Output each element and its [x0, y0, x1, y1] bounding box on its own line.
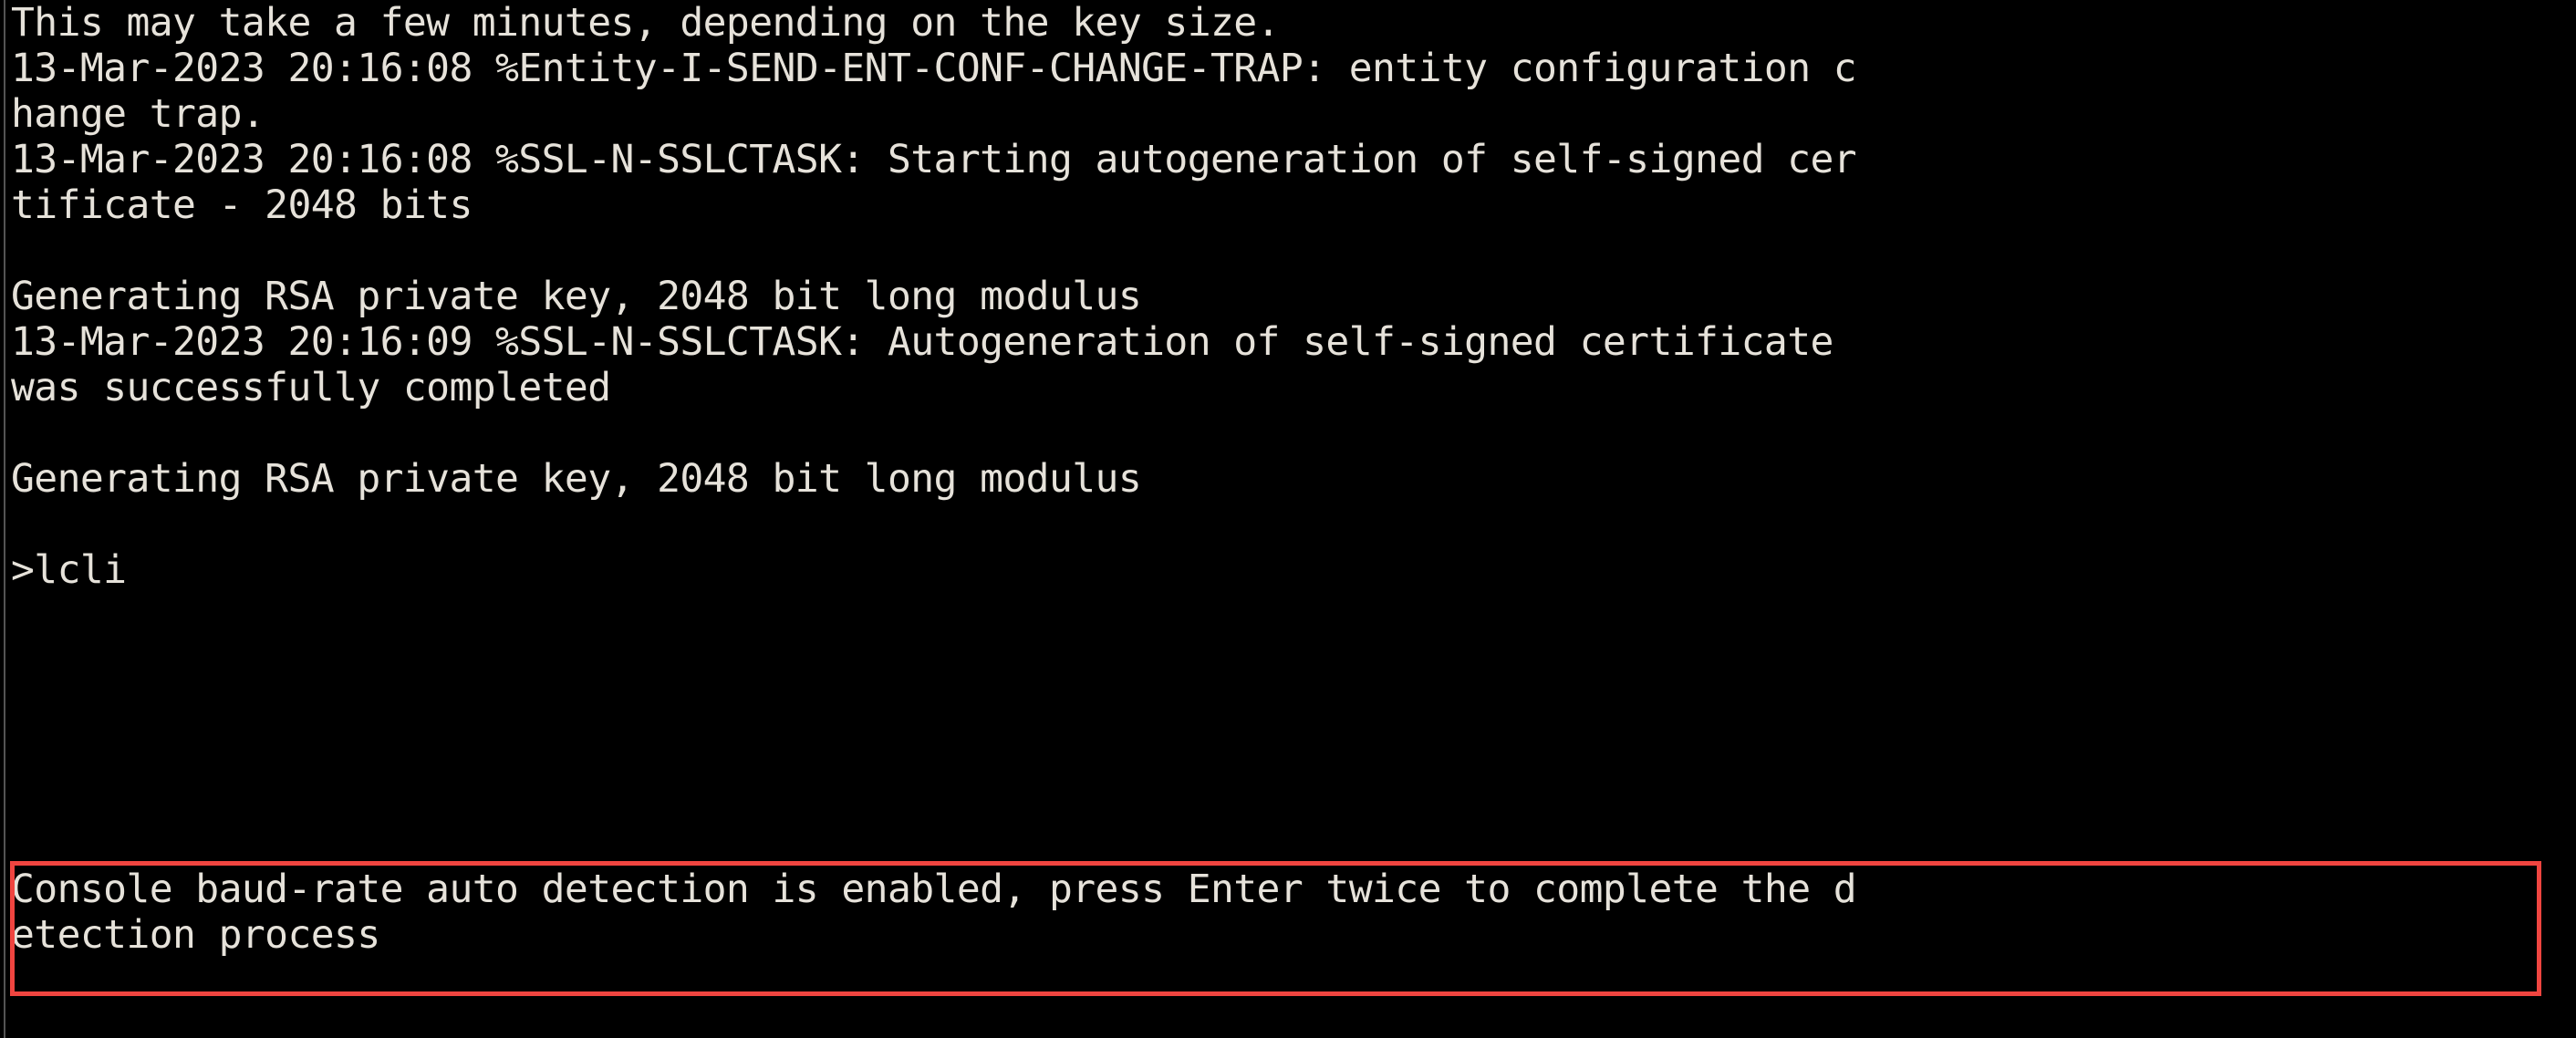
- console-prompt-line[interactable]: >lcli: [11, 547, 127, 593]
- console-line: Generating RSA private key, 2048 bit lon…: [11, 274, 1142, 319]
- console-line: Generating RSA private key, 2048 bit lon…: [11, 456, 1142, 502]
- console-line: was successfully completed: [11, 365, 611, 410]
- console-line: 13-Mar-2023 20:16:08 %SSL-N-SSLCTASK: St…: [11, 137, 1857, 182]
- terminal-output[interactable]: This may take a few minutes, depending o…: [0, 0, 2576, 1038]
- console-line: 13-Mar-2023 20:16:08 %Entity-I-SEND-ENT-…: [11, 46, 1857, 91]
- console-screen: This may take a few minutes, depending o…: [0, 0, 2576, 1038]
- console-line-highlighted: Console baud-rate auto detection is enab…: [11, 867, 1857, 912]
- console-line: This may take a few minutes, depending o…: [11, 0, 1280, 46]
- console-line: hange trap.: [11, 91, 265, 137]
- console-line: 13-Mar-2023 20:16:09 %SSL-N-SSLCTASK: Au…: [11, 319, 1833, 365]
- console-line-highlighted: etection process: [11, 912, 380, 958]
- console-line: tificate - 2048 bits: [11, 182, 473, 228]
